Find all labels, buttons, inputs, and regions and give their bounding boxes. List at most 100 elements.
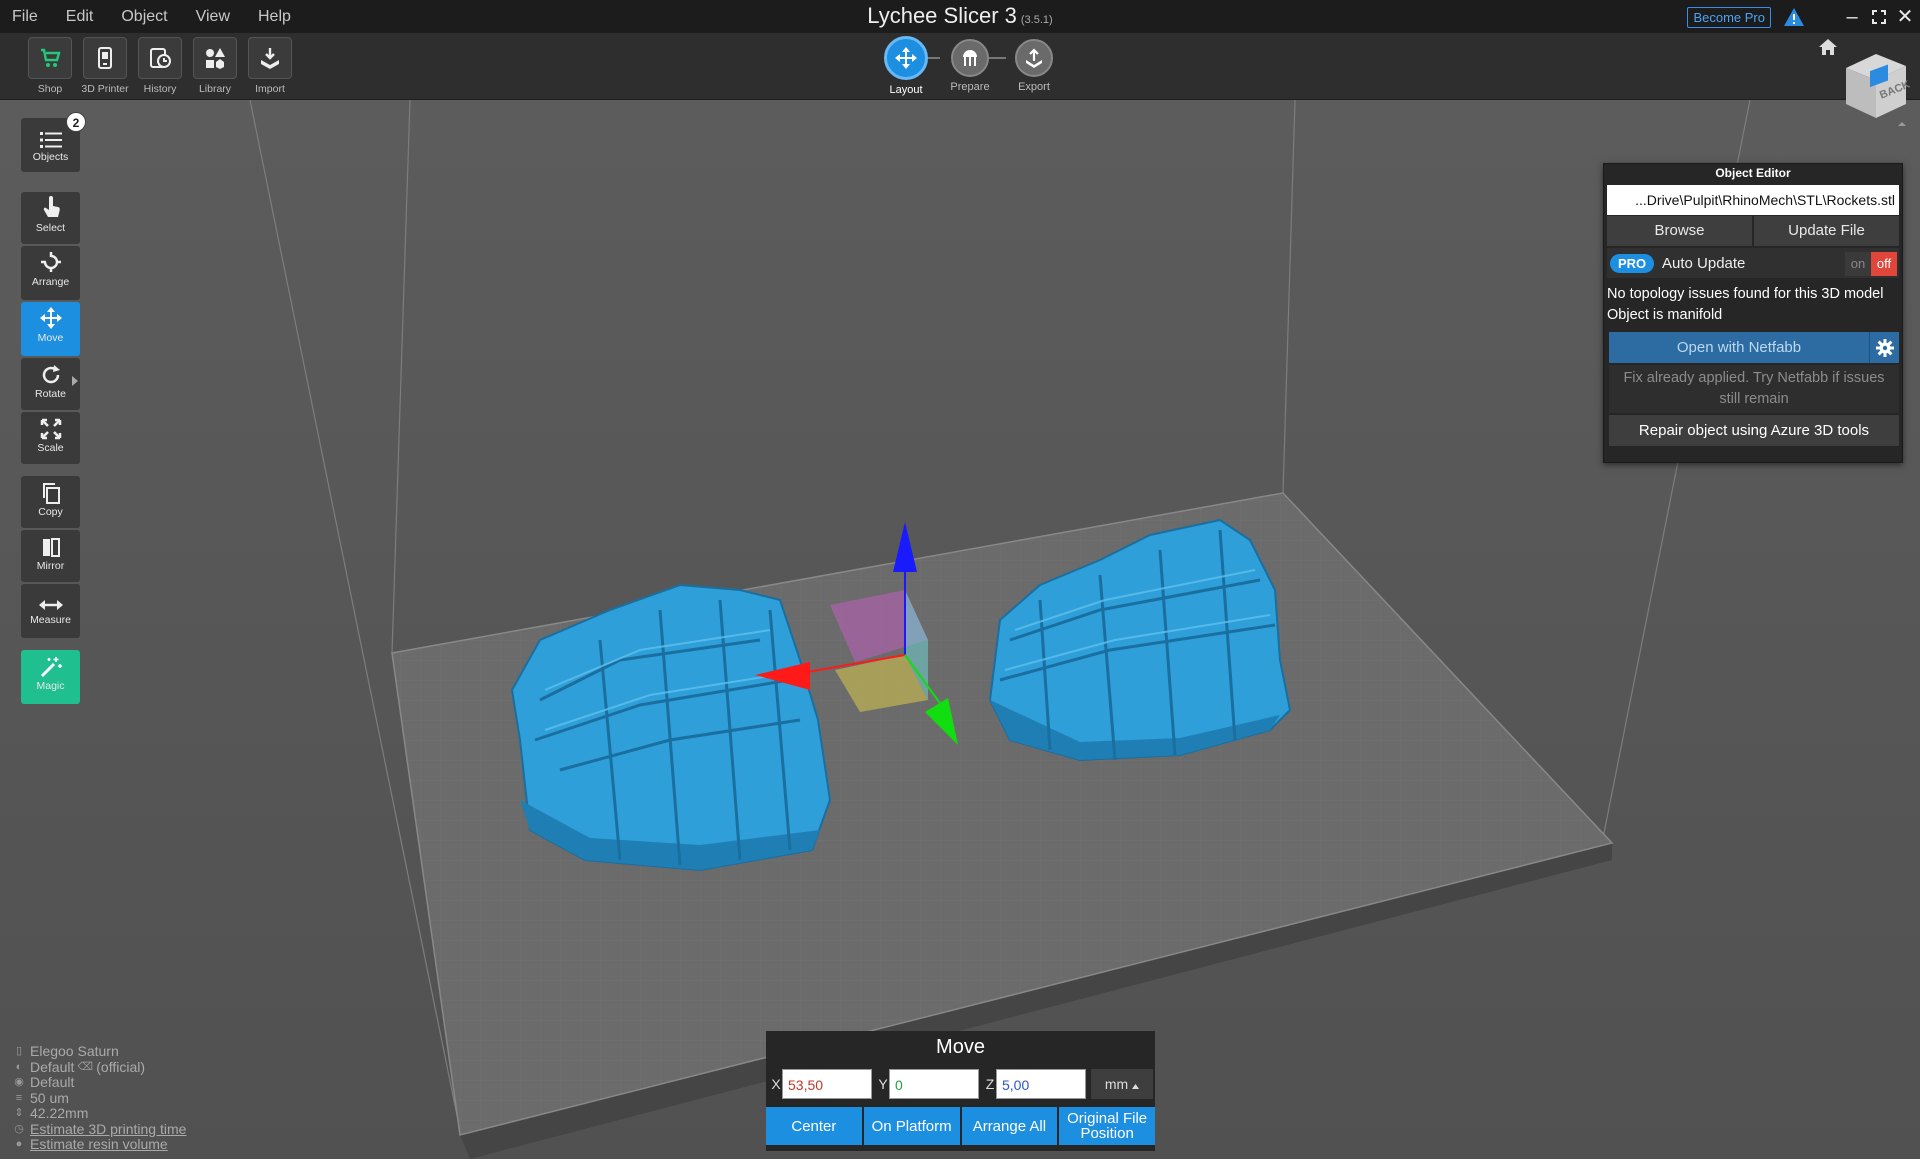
printer-label: 3D Printer [81, 83, 129, 95]
rotate-tool[interactable]: Rotate [21, 358, 80, 410]
library-label: Library [198, 83, 232, 95]
caret-up-icon [1132, 1084, 1140, 1089]
y-position-input[interactable]: 0 [889, 1069, 979, 1099]
topology-status: No topology issues found for this 3D mod… [1607, 284, 1899, 326]
measure-label: Measure [30, 614, 71, 626]
original-position-button[interactable]: Original File Position [1059, 1107, 1155, 1145]
become-pro-button[interactable]: Become Pro [1687, 7, 1771, 28]
step-export[interactable]: Export [1004, 39, 1064, 93]
trash-icon: ⌫ [77, 1060, 94, 1073]
netfabb-settings-button[interactable] [1869, 332, 1899, 363]
object-editor-title: Object Editor [1715, 166, 1791, 180]
mirror-tool[interactable]: Mirror [21, 530, 80, 582]
copy-icon [42, 483, 60, 504]
library-button[interactable]: Library [190, 37, 240, 95]
step-layout-label: Layout [889, 84, 923, 96]
toggle-off[interactable]: off [1871, 252, 1897, 276]
resin-icon: ◐ [15, 1060, 23, 1073]
move-panel: Move X 53,50 Y 0 Z 5,00 mm Center On Pla… [766, 1031, 1155, 1151]
select-label: Select [35, 222, 66, 234]
palette-icon: ◉ [14, 1076, 24, 1088]
history-button[interactable]: History [135, 37, 185, 95]
close-button[interactable]: ✕ [1892, 4, 1918, 30]
export-icon [1026, 48, 1042, 68]
magic-wand-icon [40, 657, 62, 678]
rotate-icon [42, 365, 60, 384]
mirror-label: Mirror [36, 560, 65, 572]
objects-label: Objects [32, 151, 69, 163]
hand-pointer-icon [43, 196, 60, 217]
measure-icon [38, 600, 63, 610]
scale-icon [40, 418, 61, 440]
minimize-button[interactable]: – [1839, 4, 1865, 30]
objects-button[interactable]: Objects 2 [21, 112, 86, 172]
y-axis-label: Y [878, 1076, 888, 1092]
arrange-tool[interactable]: Arrange [21, 246, 80, 300]
auto-update-label: Auto Update [1662, 255, 1746, 272]
shop-button[interactable]: Shop [25, 37, 75, 95]
estimate-time-link[interactable]: Estimate 3D printing time [30, 1121, 186, 1138]
cart-icon [41, 48, 61, 67]
fix-applied-note: Fix already applied. Try Netfabb if issu… [1609, 365, 1899, 413]
on-platform-button[interactable]: On Platform [863, 1107, 960, 1145]
measure-tool[interactable]: Measure [21, 584, 80, 638]
z-position-input[interactable]: 5,00 [996, 1069, 1086, 1099]
mirror-icon [42, 538, 60, 557]
workflow-steps: Layout Prepare Export [870, 33, 1053, 100]
printer-small-icon: ▯ [15, 1045, 23, 1057]
menu-view[interactable]: View [196, 8, 230, 26]
unit-value: mm [1104, 1076, 1129, 1092]
magic-label: Magic [36, 680, 65, 692]
printer-icon [98, 47, 112, 69]
copy-tool[interactable]: Copy [21, 476, 80, 528]
clock-icon: ◷ [14, 1122, 24, 1135]
import-button[interactable]: Import [245, 37, 295, 95]
browse-button[interactable]: Browse [1607, 216, 1752, 246]
layers-icon: ≡ [15, 1091, 23, 1104]
menu-object[interactable]: Object [121, 8, 167, 26]
select-tool[interactable]: Select [21, 192, 80, 244]
x-position-input[interactable]: 53,50 [782, 1069, 872, 1099]
move-tool[interactable]: Move [21, 302, 80, 356]
move-label: Move [37, 332, 64, 344]
supports-icon [963, 50, 977, 66]
manifold-message: Object is manifold [1607, 307, 1723, 323]
step-prepare-label: Prepare [950, 81, 990, 93]
gear-icon [1875, 338, 1894, 357]
step-prepare[interactable]: Prepare [940, 39, 1000, 93]
maximize-icon [1872, 10, 1886, 24]
unit-select[interactable]: mm [1091, 1069, 1153, 1099]
auto-update-toggle[interactable]: on off [1845, 252, 1897, 276]
auto-update-row: PRO Auto Update on off [1607, 248, 1899, 278]
maximize-button[interactable] [1866, 4, 1892, 30]
arrange-icon [40, 252, 61, 272]
move-arrows-icon [895, 47, 917, 69]
estimate-volume-link[interactable]: Estimate resin volume [30, 1136, 168, 1153]
menu-file[interactable]: File [12, 8, 38, 26]
menu-help[interactable]: Help [258, 8, 291, 26]
x-axis-label: X [771, 1076, 781, 1092]
z-axis-label: Z [985, 1076, 995, 1092]
open-netfabb-button[interactable]: Open with Netfabb [1609, 332, 1899, 363]
repair-azure-button[interactable]: Repair object using Azure 3D tools [1609, 415, 1899, 446]
menu-edit[interactable]: Edit [66, 8, 94, 26]
magic-tool[interactable]: Magic [21, 650, 80, 704]
step-layout[interactable]: Layout [876, 36, 936, 96]
step-export-label: Export [1018, 81, 1050, 93]
update-file-button[interactable]: Update File [1754, 216, 1899, 246]
center-button[interactable]: Center [766, 1107, 862, 1145]
scale-tool[interactable]: Scale [21, 412, 80, 464]
history-icon [150, 48, 171, 68]
printer-button[interactable]: 3D Printer [80, 37, 130, 95]
home-view-icon[interactable] [1818, 38, 1838, 56]
arrange-all-button[interactable]: Arrange All [961, 1107, 1058, 1145]
file-path-field[interactable]: ...Drive\Pulpit\RhinoMech\STL\Rockets.st… [1607, 185, 1899, 215]
pro-badge: PRO [1610, 254, 1655, 273]
toggle-on[interactable]: on [1845, 252, 1871, 276]
arrange-label: Arrange [31, 276, 70, 288]
rotate-label: Rotate [35, 388, 66, 400]
layer-height: 50 um [30, 1089, 69, 1106]
warning-icon[interactable] [1783, 7, 1805, 27]
print-profile: Default [30, 1074, 75, 1090]
view-cube[interactable]: BACK [1840, 50, 1910, 128]
